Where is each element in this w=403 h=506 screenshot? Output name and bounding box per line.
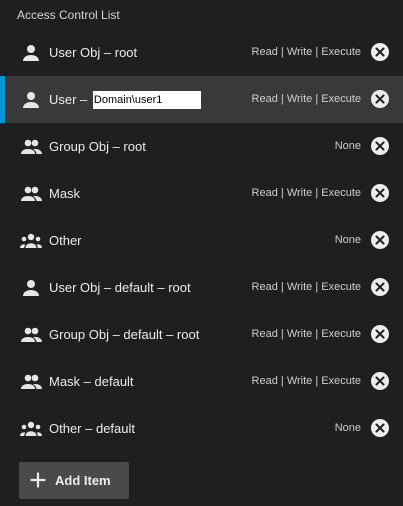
close-icon: [375, 282, 385, 292]
entry-label-prefix: User –: [49, 92, 91, 107]
entry-label: Mask: [49, 186, 81, 201]
entry-permissions: Read | Write | Execute: [251, 281, 361, 293]
acl-entry[interactable]: Mask Read | Write | Execute: [0, 170, 403, 217]
plus-icon: [30, 472, 46, 488]
remove-entry-button[interactable]: [371, 231, 389, 249]
acl-entry[interactable]: Group Obj – default – root Read | Write …: [0, 311, 403, 358]
entry-permissions: Read | Write | Execute: [251, 375, 361, 387]
add-item-label: Add Item: [55, 473, 111, 488]
close-icon: [375, 329, 385, 339]
person-icon: [19, 276, 43, 300]
remove-entry-button[interactable]: [371, 278, 389, 296]
entry-permissions: None: [334, 234, 361, 246]
close-icon: [375, 188, 385, 198]
group-icon: [19, 370, 43, 394]
remove-entry-button[interactable]: [371, 419, 389, 437]
person-icon: [19, 41, 43, 65]
groups-icon: [19, 229, 43, 253]
acl-list: User Obj – root Read | Write | Execute U…: [0, 29, 403, 452]
entry-label: User – Domain\user1: [49, 76, 201, 123]
acl-entry[interactable]: Group Obj – root None: [0, 123, 403, 170]
entry-permissions: Read | Write | Execute: [251, 46, 361, 58]
entry-permissions: Read | Write | Execute: [251, 187, 361, 199]
entry-permissions: None: [334, 140, 361, 152]
group-icon: [19, 135, 43, 159]
person-icon: [19, 88, 43, 112]
entry-label: Group Obj – default – root: [49, 327, 200, 342]
acl-entry-selected[interactable]: User – Domain\user1 Read | Write | Execu…: [0, 76, 403, 123]
entry-permissions: None: [334, 422, 361, 434]
close-icon: [375, 47, 385, 57]
acl-entry[interactable]: User Obj – root Read | Write | Execute: [0, 29, 403, 76]
group-icon: [19, 182, 43, 206]
entry-label: Other: [49, 233, 82, 248]
close-icon: [375, 423, 385, 433]
entry-permissions: Read | Write | Execute: [251, 328, 361, 340]
acl-entry[interactable]: Mask – default Read | Write | Execute: [0, 358, 403, 405]
remove-entry-button[interactable]: [371, 325, 389, 343]
groups-icon: [19, 417, 43, 441]
remove-entry-button[interactable]: [371, 372, 389, 390]
remove-entry-button[interactable]: [371, 184, 389, 202]
acl-entry[interactable]: User Obj – default – root Read | Write |…: [0, 264, 403, 311]
close-icon: [375, 141, 385, 151]
remove-entry-button[interactable]: [371, 43, 389, 61]
close-icon: [375, 235, 385, 245]
user-name-input[interactable]: Domain\user1: [92, 90, 201, 109]
entry-label: User Obj – root: [49, 45, 138, 60]
acl-entry[interactable]: Other None: [0, 217, 403, 264]
acl-title: Access Control List: [17, 8, 120, 22]
close-icon: [375, 94, 385, 104]
add-item-button[interactable]: Add Item: [19, 462, 129, 499]
group-icon: [19, 323, 43, 347]
close-icon: [375, 376, 385, 386]
entry-label: Other – default: [49, 421, 135, 436]
remove-entry-button[interactable]: [371, 137, 389, 155]
entry-permissions: Read | Write | Execute: [251, 93, 361, 105]
acl-entry[interactable]: Other – default None: [0, 405, 403, 452]
entry-label: Group Obj – root: [49, 139, 146, 154]
remove-entry-button[interactable]: [371, 90, 389, 108]
entry-label: Mask – default: [49, 374, 134, 389]
entry-label: User Obj – default – root: [49, 280, 191, 295]
